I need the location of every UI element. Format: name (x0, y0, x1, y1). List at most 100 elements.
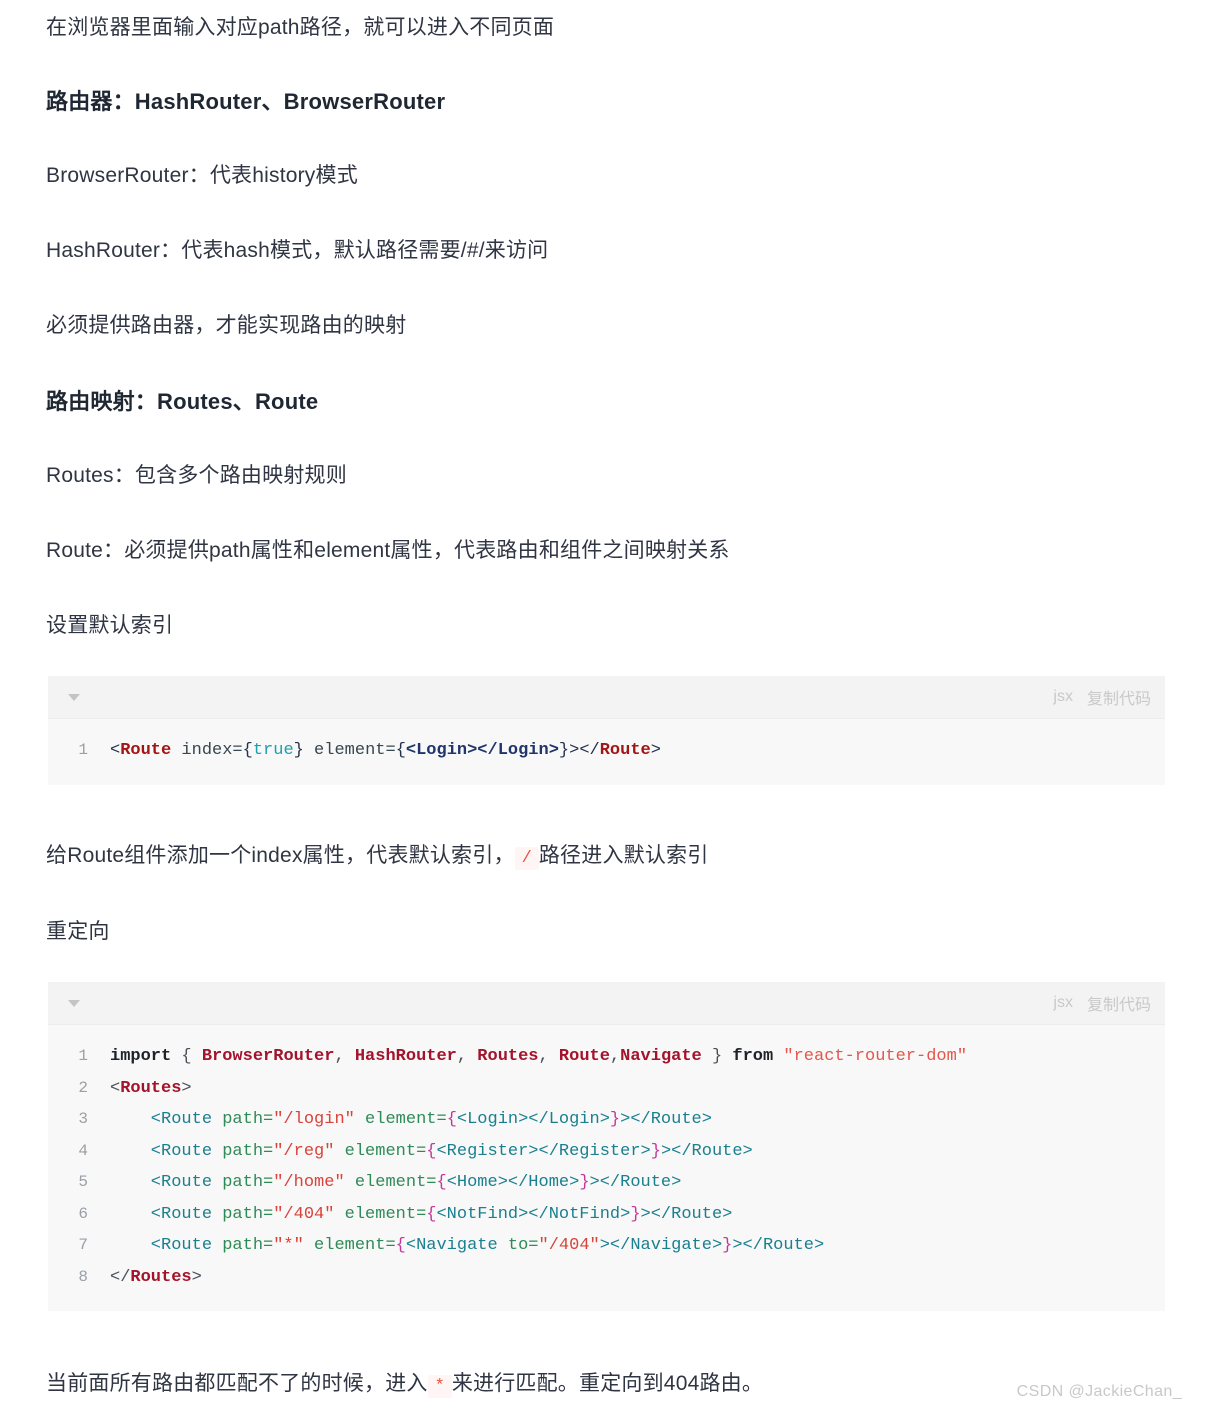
code-line-text: import { BrowserRouter, HashRouter, Rout… (110, 1041, 967, 1073)
code-token: <Route (110, 1236, 223, 1255)
code-body[interactable]: 1 import { BrowserRouter, HashRouter, Rou… (48, 1025, 1165, 1311)
code-line: 8 </Routes> (48, 1262, 1165, 1294)
code-line: 4 <Route path="/reg" element={<Register>… (48, 1136, 1165, 1168)
code-token: } (579, 1173, 590, 1192)
code-token: > (181, 1078, 192, 1098)
paragraph: 在浏览器里面输入对应path路径，就可以进入不同页面 (46, 16, 555, 39)
code-token: path= (222, 1110, 274, 1129)
code-token: path= (222, 1236, 274, 1255)
code-token: <Route (110, 1110, 223, 1129)
code-token: { (395, 741, 406, 760)
code-line: 5 <Route path="/home" element={<Home></H… (48, 1167, 1165, 1199)
article-page: 在浏览器里面输入对应path路径，就可以进入不同页面 路由器：HashRouter… (0, 0, 1228, 1417)
code-token: path= (222, 1173, 274, 1192)
code-token: <Login></Login> (456, 1110, 610, 1129)
code-token: { (181, 1047, 202, 1066)
line-number: 7 (78, 1236, 88, 1254)
code-language-label: jsx (1053, 688, 1073, 705)
code-token: { (446, 1110, 457, 1129)
code-token: path= (222, 1141, 274, 1161)
line-number: 2 (78, 1078, 88, 1097)
code-line: 3 <Route path="/login" element={<Login><… (48, 1104, 1165, 1136)
code-token: <Route (110, 1173, 223, 1192)
code-header: jsx 复制代码 (48, 982, 1165, 1025)
copy-code-button[interactable]: 复制代码 (1087, 685, 1151, 709)
code-token: Routes (130, 1267, 192, 1287)
code-token: } (558, 741, 570, 760)
code-token: Routes (120, 1078, 182, 1098)
code-token: element= (334, 1204, 427, 1224)
code-token: { (426, 1141, 437, 1161)
code-token: path= (222, 1204, 274, 1224)
line-number: 3 (78, 1110, 88, 1128)
code-token: } (609, 1110, 621, 1129)
code-token: <Register></Register> (436, 1141, 651, 1161)
code-line-text: <Route index={true} element={<Login></Lo… (110, 735, 661, 767)
code-token: , (538, 1047, 559, 1066)
code-token: > (191, 1267, 202, 1287)
code-token: } (701, 1047, 733, 1066)
code-token: < (110, 1078, 121, 1098)
paragraph-text-after: 路径进入默认索引 (538, 844, 709, 867)
code-line: 1 <Route index={true} element={<Login></L… (48, 735, 1165, 767)
code-token: Route (558, 1047, 610, 1066)
code-token: { (242, 741, 253, 760)
code-token: "/404" (538, 1236, 600, 1255)
code-line-text: <Route path="*" element={<Navigate to="/… (110, 1230, 824, 1262)
paragraph-index-note: 给Route组件添加一个index属性，代表默认索引， / 路径进入默认索引 (46, 840, 708, 872)
code-token: <Navigate (405, 1236, 508, 1255)
code-token: { (395, 1236, 406, 1255)
code-token: Route (599, 741, 651, 760)
code-language-label: jsx (1053, 994, 1073, 1011)
csdn-watermark: CSDN @JackieChan_ (1016, 1383, 1182, 1400)
code-token: ></Route> (589, 1173, 682, 1192)
chevron-down-icon[interactable] (68, 693, 80, 701)
code-token: Route (120, 741, 172, 760)
code-token: element= (303, 1236, 396, 1255)
code-header-actions: jsx 复制代码 (1053, 991, 1151, 1015)
chevron-down-icon[interactable] (68, 999, 80, 1007)
copy-code-button[interactable]: 复制代码 (1087, 991, 1151, 1015)
code-token: , (456, 1047, 478, 1066)
code-token: ></Route> (732, 1236, 825, 1255)
code-token: { (436, 1173, 447, 1192)
code-token: element= (344, 1173, 437, 1192)
code-line: 1 import { BrowserRouter, HashRouter, Rou… (48, 1041, 1165, 1073)
code-token: <Login></Login> (405, 741, 559, 760)
paragraph-text-before: 当前面所有路由都匹配不了的时候，进入 (46, 1372, 428, 1395)
code-token: <Route (110, 1204, 223, 1224)
code-token: , (609, 1047, 621, 1066)
line-number: 5 (78, 1173, 88, 1191)
code-token: } (630, 1204, 641, 1224)
code-token: element= (334, 1141, 427, 1161)
code-body[interactable]: 1 <Route index={true} element={<Login></L… (48, 719, 1165, 785)
code-token: HashRouter (354, 1047, 457, 1066)
inline-code-asterisk: * (427, 1375, 452, 1398)
line-number: 8 (78, 1267, 88, 1286)
code-token: import (110, 1047, 182, 1066)
paragraph: Routes：包含多个路由映射规则 (46, 464, 347, 487)
code-header: jsx 复制代码 (48, 676, 1165, 719)
code-token: <Home></Home> (446, 1173, 580, 1192)
code-line-text: <Routes> (110, 1073, 192, 1105)
codeblock-1: jsx 复制代码 1 <Route index={true} element={<Lo… (48, 676, 1165, 785)
code-line-text: <Route path="/404" element={<NotFind></N… (110, 1199, 733, 1231)
inline-code-slash: / (514, 847, 539, 870)
section-heading: 路由映射：Routes、Route (46, 389, 319, 414)
code-token: > (650, 741, 661, 760)
code-token: from (732, 1047, 784, 1066)
paragraph: HashRouter：代表hash模式，默认路径需要/#/来访问 (46, 239, 549, 262)
paragraph-text-after: 来进行匹配。重定向到404路由。 (451, 1372, 764, 1395)
code-token: element= (354, 1110, 447, 1129)
code-token: BrowserRouter (201, 1047, 335, 1066)
code-token: index= (171, 741, 243, 760)
paragraph: Route：必须提供path属性和element属性，代表路由和组件之间映射关系 (46, 539, 730, 562)
paragraph: 必须提供路由器，才能实现路由的映射 (46, 314, 407, 337)
line-number: 4 (78, 1141, 88, 1160)
paragraph: 重定向 (46, 920, 110, 943)
codeblock-2: jsx 复制代码 1 import { BrowserRouter, HashRout… (48, 982, 1165, 1311)
code-token: ></Navigate> (599, 1236, 723, 1255)
code-token: <Route (110, 1141, 223, 1161)
code-token: </ (110, 1267, 131, 1287)
paragraph: BrowserRouter：代表history模式 (46, 164, 358, 187)
